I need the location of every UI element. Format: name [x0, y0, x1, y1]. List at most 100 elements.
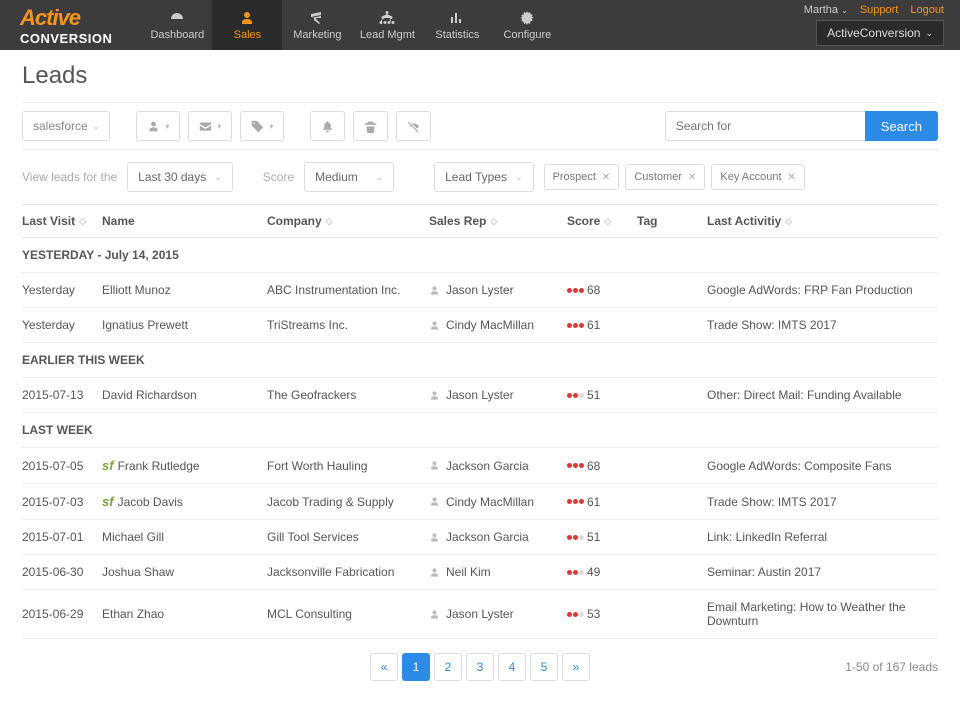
close-icon[interactable]: ✕ [788, 172, 796, 183]
nav-icon [379, 10, 395, 26]
page-3[interactable]: 3 [466, 653, 494, 681]
score-label: Score [263, 170, 294, 184]
nav-statistics[interactable]: Statistics [422, 0, 492, 50]
user-icon [429, 567, 440, 578]
cell-rep: Jason Lyster [429, 388, 567, 402]
cell-activity: Email Marketing: How to Weather the Down… [707, 600, 938, 628]
table-row[interactable]: 2015-07-05sfFrank RutledgeFort Worth Hau… [22, 448, 938, 484]
cell-activity: Google AdWords: FRP Fan Production [707, 283, 938, 297]
nav-marketing[interactable]: Marketing [282, 0, 352, 50]
user-icon [429, 320, 440, 331]
cell-score: 68 [567, 283, 637, 297]
filter-bar: View leads for the Last 30 days⌄ Score M… [22, 150, 938, 204]
eye-slash-icon [407, 120, 420, 133]
cell-visit: 2015-07-13 [22, 388, 102, 402]
page-next[interactable]: » [562, 653, 590, 681]
cell-visit: Yesterday [22, 318, 102, 332]
toolbar: salesforce⌄ ▾ ▾ ▾ Search [22, 102, 938, 150]
salesforce-badge: sf [102, 494, 114, 509]
nav-dashboard[interactable]: Dashboard [142, 0, 212, 50]
cell-company: MCL Consulting [267, 607, 429, 621]
page-5[interactable]: 5 [530, 653, 558, 681]
nav-sales[interactable]: Sales [212, 0, 282, 50]
lead-types-dropdown[interactable]: Lead Types⌄ [434, 162, 533, 192]
section-header: EARLIER THIS WEEK [22, 343, 938, 378]
app-selector[interactable]: ActiveConversion⌄ [816, 20, 944, 46]
hide-button[interactable] [396, 111, 431, 141]
trash-icon [364, 120, 377, 133]
cell-company: Gill Tool Services [267, 530, 429, 544]
table-row[interactable]: 2015-06-29Ethan ZhaoMCL ConsultingJason … [22, 590, 938, 639]
col-sales-rep[interactable]: Sales Rep◇ [429, 214, 567, 228]
nav-configure[interactable]: Configure [492, 0, 562, 50]
col-tag[interactable]: Tag [637, 214, 707, 228]
cell-visit: 2015-06-29 [22, 607, 102, 621]
user-menu[interactable]: Martha ⌄ [804, 4, 848, 16]
score-dropdown[interactable]: Medium⌄ [304, 162, 394, 192]
cell-activity: Link: LinkedIn Referral [707, 530, 938, 544]
cell-rep: Jason Lyster [429, 283, 567, 297]
notify-button[interactable] [310, 111, 345, 141]
col-name[interactable]: Name [102, 214, 267, 228]
page-2[interactable]: 2 [434, 653, 462, 681]
cell-activity: Trade Show: IMTS 2017 [707, 495, 938, 509]
filter-chip[interactable]: Customer✕ [625, 164, 705, 190]
close-icon[interactable]: ✕ [688, 172, 696, 183]
logo[interactable]: Active CONVERSION [20, 5, 112, 46]
table-row[interactable]: YesterdayElliott MunozABC Instrumentatio… [22, 273, 938, 308]
user-icon [147, 120, 160, 133]
logout-link[interactable]: Logout [910, 4, 944, 16]
email-button[interactable]: ▾ [188, 111, 232, 141]
col-last-visit[interactable]: Last Visit◇ [22, 214, 102, 228]
top-navbar: Active CONVERSION DashboardSalesMarketin… [0, 0, 960, 50]
nav-icon [449, 10, 465, 26]
table-row[interactable]: 2015-07-13David RichardsonThe Geofracker… [22, 378, 938, 413]
page-4[interactable]: 4 [498, 653, 526, 681]
cell-name: Ignatius Prewett [102, 318, 267, 332]
nav-icon [309, 10, 325, 26]
page-prev[interactable]: « [370, 653, 398, 681]
table-row[interactable]: 2015-07-03sfJacob DavisJacob Trading & S… [22, 484, 938, 520]
cell-name: David Richardson [102, 388, 267, 402]
assign-user-button[interactable]: ▾ [136, 111, 180, 141]
col-score[interactable]: Score◇ [567, 214, 637, 228]
date-range-dropdown[interactable]: Last 30 days⌄ [127, 162, 233, 192]
tag-button[interactable]: ▾ [240, 111, 284, 141]
filter-chip[interactable]: Prospect✕ [544, 164, 620, 190]
tag-icon [251, 120, 264, 133]
page-1[interactable]: 1 [402, 653, 430, 681]
cell-name: Ethan Zhao [102, 607, 267, 621]
cell-rep: Jason Lyster [429, 607, 567, 621]
user-icon [429, 496, 440, 507]
close-icon[interactable]: ✕ [602, 172, 610, 183]
cell-name: sfFrank Rutledge [102, 458, 267, 473]
support-link[interactable]: Support [860, 4, 899, 16]
table-row[interactable]: 2015-06-30Joshua ShawJacksonville Fabric… [22, 555, 938, 590]
pagination: «12345» [370, 653, 590, 681]
user-icon [429, 532, 440, 543]
user-icon [429, 460, 440, 471]
cell-name: Elliott Munoz [102, 283, 267, 297]
cell-score: 68 [567, 459, 637, 473]
table-row[interactable]: YesterdayIgnatius PrewettTriStreams Inc.… [22, 308, 938, 343]
col-last-activity[interactable]: Last Activitiy◇ [707, 214, 938, 228]
cell-company: Jacksonville Fabrication [267, 565, 429, 579]
filter-chip[interactable]: Key Account✕ [711, 164, 805, 190]
search-input[interactable] [665, 111, 865, 141]
delete-button[interactable] [353, 111, 388, 141]
envelope-icon [199, 120, 212, 133]
col-company[interactable]: Company◇ [267, 214, 429, 228]
cell-activity: Google AdWords: Composite Fans [707, 459, 938, 473]
section-header: LAST WEEK [22, 413, 938, 448]
section-header: YESTERDAY - July 14, 2015 [22, 238, 938, 273]
cell-visit: 2015-07-03 [22, 495, 102, 509]
nav-lead-mgmt[interactable]: Lead Mgmt [352, 0, 422, 50]
view-leads-label: View leads for the [22, 170, 117, 184]
search-button[interactable]: Search [865, 111, 938, 141]
table-row[interactable]: 2015-07-01Michael GillGill Tool Services… [22, 520, 938, 555]
cell-score: 49 [567, 565, 637, 579]
cell-company: TriStreams Inc. [267, 318, 429, 332]
cell-score: 53 [567, 607, 637, 621]
salesforce-dropdown[interactable]: salesforce⌄ [22, 111, 110, 141]
logo-bottom: CONVERSION [20, 31, 112, 46]
